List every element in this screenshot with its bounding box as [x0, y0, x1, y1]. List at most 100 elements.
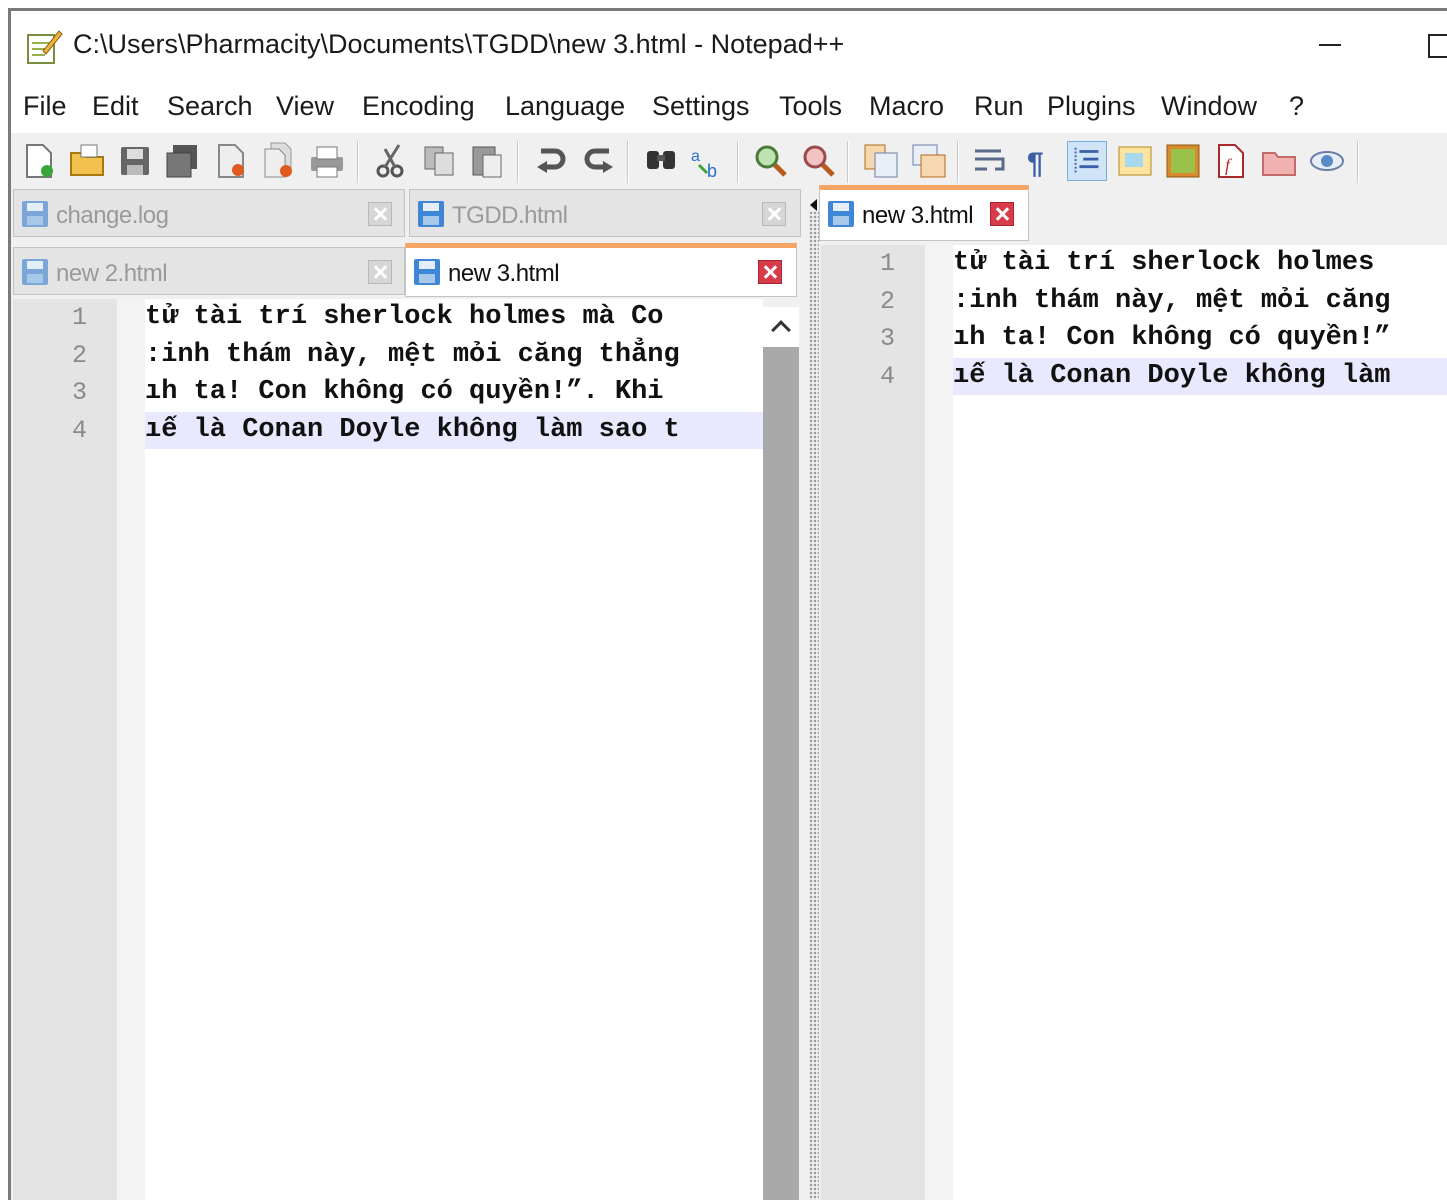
fold-margin — [925, 245, 953, 1200]
toolbar-separator — [957, 141, 959, 183]
save-all-icon[interactable] — [163, 141, 203, 181]
code-line: tử tài trí sherlock holmes mà Co — [145, 302, 664, 332]
line-number: 1 — [879, 249, 895, 278]
toolbar: ab ¶ f — [11, 133, 1447, 191]
svg-text:a: a — [691, 148, 700, 165]
menu-search[interactable]: Search — [167, 91, 253, 122]
line-number: 3 — [879, 324, 895, 353]
tab-label: TGDD.html — [452, 202, 568, 229]
line-numbers: 1 2 3 4 — [821, 245, 895, 395]
document-map-icon[interactable] — [1115, 141, 1155, 181]
toolbar-separator — [737, 141, 739, 183]
notepadpp-window: C:\Users\Pharmacity\Documents\TGDD\new 3… — [8, 8, 1447, 1200]
close-all-icon[interactable] — [259, 141, 299, 181]
copy-icon[interactable] — [419, 141, 459, 181]
function-list-icon[interactable] — [1163, 141, 1203, 181]
fold-margin — [117, 299, 145, 1200]
replace-icon[interactable]: ab — [689, 141, 729, 181]
folder-workspace-icon[interactable]: f — [1211, 141, 1251, 181]
menu-settings[interactable]: Settings — [652, 91, 750, 122]
toolbar-separator — [847, 141, 849, 183]
tab-label: change.log — [56, 202, 169, 229]
menu-file[interactable]: File — [23, 91, 67, 122]
line-number: 2 — [71, 340, 87, 370]
tab-new-3-html[interactable]: new 3.html — [405, 243, 797, 297]
code-area[interactable]: tử tài trí sherlock holmes mà Co :inh th… — [145, 299, 763, 1200]
menu-window[interactable]: Window — [1161, 91, 1257, 122]
tab-tgdd-html[interactable]: TGDD.html — [409, 189, 801, 237]
file-tab-icon — [418, 201, 444, 227]
tab-new-2-html[interactable]: new 2.html — [13, 247, 405, 295]
monitoring-icon[interactable] — [1259, 141, 1299, 181]
toolbar-separator — [517, 141, 519, 183]
svg-text:b: b — [707, 161, 717, 181]
file-tab-icon — [414, 259, 440, 285]
toolbar-separator — [357, 141, 359, 183]
current-code-line: ıế là Conan Doyle không làm — [953, 357, 1447, 395]
line-number-gutter: 1 2 3 4 — [13, 299, 117, 1200]
splitter-grip — [809, 211, 819, 1200]
line-number: 2 — [879, 286, 895, 316]
menu-run[interactable]: Run — [974, 91, 1024, 122]
window-title: C:\Users\Pharmacity\Documents\TGDD\new 3… — [73, 29, 845, 59]
file-tab-icon — [22, 201, 48, 227]
redo-icon[interactable] — [579, 141, 619, 181]
menu-plugins[interactable]: Plugins — [1047, 91, 1136, 122]
find-icon[interactable] — [641, 141, 681, 181]
show-all-characters-icon[interactable]: ¶ — [1019, 141, 1059, 181]
maximize-button[interactable] — [1419, 23, 1447, 63]
code-line: :inh thám này, mệt mỏi căng thẳng — [145, 339, 680, 370]
tab-new-3-html-right[interactable]: new 3.html — [819, 185, 1029, 241]
tab-close-button[interactable] — [762, 202, 786, 226]
close-icon[interactable] — [211, 141, 251, 181]
sync-horizontal-icon[interactable] — [909, 141, 949, 181]
new-file-icon[interactable] — [19, 141, 59, 181]
code-area[interactable]: tử tài trí sherlock holmes :inh thám này… — [953, 245, 1447, 1200]
line-numbers: 1 2 3 4 — [13, 299, 87, 449]
word-wrap-icon[interactable] — [971, 141, 1011, 181]
tab-close-button[interactable] — [758, 260, 782, 284]
menu-view[interactable]: View — [276, 91, 334, 122]
menu-edit[interactable]: Edit — [92, 91, 139, 122]
zoom-out-icon[interactable] — [799, 141, 839, 181]
file-tab-icon — [22, 259, 48, 285]
save-icon[interactable] — [115, 141, 155, 181]
code-line: ıh ta! Con không có quyền!”. Khi — [145, 377, 664, 407]
menu-help[interactable]: ? — [1289, 91, 1304, 122]
menu-language[interactable]: Language — [505, 91, 625, 122]
open-file-icon[interactable] — [67, 141, 107, 181]
minimize-button[interactable] — [1311, 23, 1351, 63]
tab-change-log[interactable]: change.log — [13, 189, 405, 237]
line-number: 4 — [71, 415, 87, 445]
line-number-gutter: 1 2 3 4 — [821, 245, 925, 1200]
menu-encoding[interactable]: Encoding — [362, 91, 475, 122]
tab-close-button[interactable] — [990, 202, 1014, 226]
right-editor[interactable]: 1 2 3 4 tử tài trí sherlock holmes :inh … — [821, 245, 1447, 1200]
menu-bar: File Edit Search View Encoding Language … — [11, 83, 1447, 133]
eye-icon[interactable] — [1307, 141, 1347, 181]
left-editor[interactable]: 1 2 3 4 tử tài trí sherlock holmes mà Co… — [13, 299, 763, 1200]
tab-close-button[interactable] — [368, 202, 392, 226]
line-number: 3 — [71, 378, 87, 407]
toolbar-separator — [627, 141, 629, 183]
scroll-up-arrow-icon[interactable] — [763, 307, 799, 347]
indent-guide-icon[interactable] — [1067, 141, 1107, 181]
undo-icon[interactable] — [531, 141, 571, 181]
sync-vertical-icon[interactable] — [861, 141, 901, 181]
paste-icon[interactable] — [467, 141, 507, 181]
menu-tools[interactable]: Tools — [779, 91, 842, 122]
tab-close-button[interactable] — [368, 260, 392, 284]
print-icon[interactable] — [307, 141, 347, 181]
splitter-arrow-left-icon[interactable] — [810, 199, 817, 211]
tab-label: new 2.html — [56, 260, 168, 287]
vertical-scrollbar[interactable] — [763, 307, 799, 1200]
zoom-in-icon[interactable] — [751, 141, 791, 181]
svg-text:¶: ¶ — [1027, 147, 1044, 180]
notepad-app-icon — [27, 30, 63, 64]
file-tab-icon — [828, 201, 854, 227]
cut-icon[interactable] — [371, 141, 411, 181]
current-code-line: ıế là Conan Doyle không làm sao t — [145, 411, 763, 449]
toolbar-separator — [1357, 141, 1359, 183]
menu-macro[interactable]: Macro — [869, 91, 944, 122]
line-number: 1 — [71, 303, 87, 332]
